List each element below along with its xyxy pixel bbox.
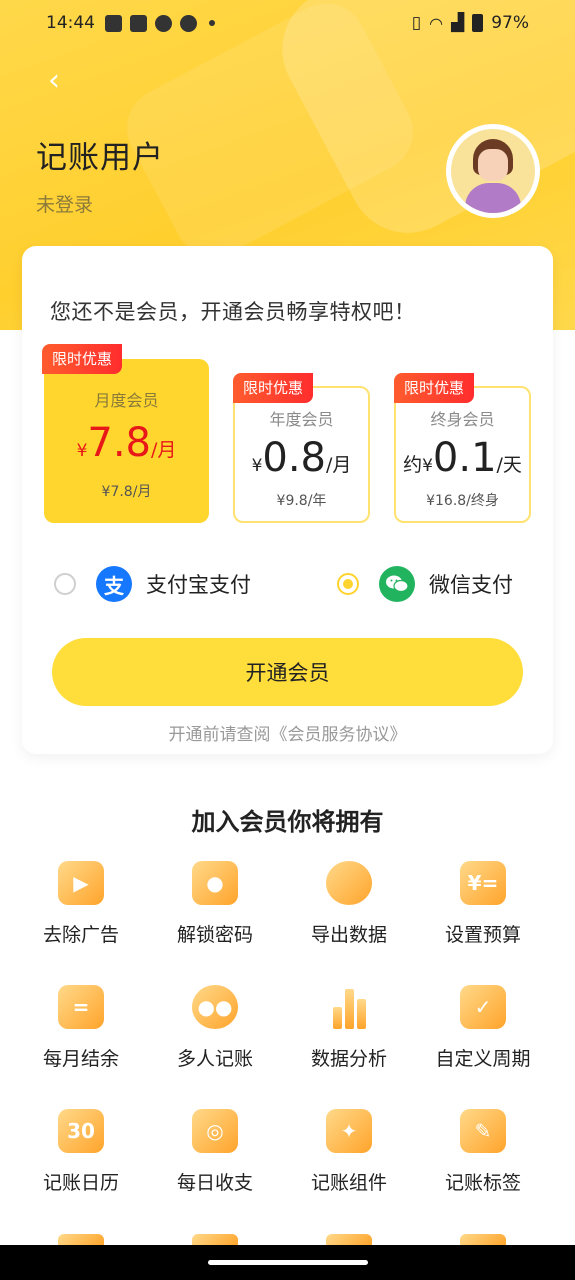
alipay-icon: 支 — [96, 566, 132, 602]
benefit-label: 记账组件 — [310, 1172, 387, 1194]
lock-icon: ● — [192, 861, 238, 905]
benefit-label: 自定义周期 — [435, 1048, 531, 1070]
benefit-label: 去除广告 — [42, 924, 119, 946]
plan-monthly[interactable]: 限时优惠 月度会员 ¥ 7.8 /月 ¥7.8/月 — [42, 344, 209, 523]
daily-icon: ◎ — [192, 1109, 238, 1153]
plan-yearly[interactable]: 限时优惠 年度会员 ¥ 0.8 /月 ¥9.8/年 — [233, 373, 370, 523]
wechat-radio[interactable] — [337, 573, 359, 595]
benefit-multi-user[interactable]: ●● 多人记账 — [148, 982, 282, 1084]
benefit-label: 数据分析 — [310, 1048, 387, 1070]
chevron-left-icon: ‹ — [48, 62, 60, 98]
benefit-unlock-password[interactable]: ● 解锁密码 — [148, 858, 282, 960]
benefit-export-data[interactable]: 导出数据 — [282, 858, 416, 960]
widget-icon: ✦ — [326, 1109, 372, 1153]
tag-icon: ✎ — [460, 1109, 506, 1153]
benefit-label: 多人记账 — [176, 1048, 253, 1070]
avatar-icon — [451, 129, 535, 213]
plan-name: 终身会员 — [430, 410, 495, 429]
custom-cycle-icon: ✓ — [460, 985, 506, 1029]
status-time: 14:44 — [46, 13, 95, 33]
wechat-label: 微信支付 — [429, 573, 513, 597]
plan-name: 年度会员 — [269, 410, 334, 429]
benefit-calendar[interactable]: 30 记账日历 — [14, 1106, 148, 1208]
budget-icon: ¥= — [460, 861, 506, 905]
calendar-icon: 30 — [58, 1109, 104, 1153]
pie-chart-icon — [326, 861, 372, 905]
promo-badge: 限时优惠 — [233, 373, 314, 403]
login-status[interactable]: 未登录 — [36, 190, 93, 217]
plan-original-price: ¥9.8/年 — [276, 493, 327, 509]
benefit-label: 每日收支 — [176, 1172, 253, 1194]
wechat-icon — [379, 566, 415, 602]
benefit-label: 每月结余 — [42, 1048, 119, 1070]
plan-original-price: ¥7.8/月 — [101, 484, 152, 500]
benefit-widget[interactable]: ✦ 记账组件 — [282, 1106, 416, 1208]
benefit-label: 导出数据 — [310, 924, 387, 946]
benefit-label: 解锁密码 — [176, 924, 253, 946]
status-bar: 14:44 ▯ ◠ ▟ 97% — [0, 0, 575, 46]
users-icon: ●● — [192, 985, 238, 1029]
alipay-radio[interactable] — [54, 573, 76, 595]
benefit-custom-cycle[interactable]: ✓ 自定义周期 — [416, 982, 550, 1084]
user-name: 记账用户 — [36, 140, 164, 176]
benefit-monthly-balance[interactable]: = 每月结余 — [14, 982, 148, 1084]
plan-price: ¥ 0.8 /月 — [251, 435, 352, 481]
benefit-remove-ads[interactable]: ▶ 去除广告 — [14, 858, 148, 960]
benefit-set-budget[interactable]: ¥= 设置预算 — [416, 858, 550, 960]
plan-original-price: ¥16.8/终身 — [426, 493, 499, 509]
navigation-bar — [0, 1245, 575, 1280]
plan-price: 约 ¥ 0.1 /天 — [403, 435, 522, 481]
notification-icon — [155, 14, 172, 32]
ad-block-icon: ▶ — [58, 861, 104, 905]
signal-icon: ▟ — [451, 13, 465, 33]
home-indicator[interactable] — [208, 1260, 368, 1265]
receipt-icon: = — [58, 985, 104, 1029]
membership-card: 您还不是会员，开通会员畅享特权吧！ 限时优惠 月度会员 ¥ 7.8 /月 ¥7.… — [22, 246, 553, 754]
avatar[interactable] — [446, 124, 540, 218]
bar-chart-icon — [326, 985, 372, 1029]
plan-lifetime[interactable]: 限时优惠 终身会员 约 ¥ 0.1 /天 ¥16.8/终身 — [394, 373, 531, 523]
benefits-grid: ▶ 去除广告 ● 解锁密码 导出数据 ¥= 设置预算 = 每月结余 ●● 多人记… — [14, 858, 550, 1208]
membership-prompt: 您还不是会员，开通会员畅享特权吧！ — [50, 300, 416, 324]
benefits-title: 加入会员你将拥有 — [191, 808, 384, 836]
membership-agreement-link[interactable]: 开通前请查阅《会员服务协议》 — [22, 720, 553, 745]
payment-option-wechat[interactable]: 微信支付 — [337, 566, 513, 602]
open-membership-button[interactable]: 开通会员 — [52, 638, 523, 706]
promo-badge: 限时优惠 — [394, 373, 475, 403]
benefit-data-analysis[interactable]: 数据分析 — [282, 982, 416, 1084]
plan-name: 月度会员 — [94, 391, 159, 410]
wifi-icon: ◠ — [429, 13, 444, 33]
benefit-daily-income[interactable]: ◎ 每日收支 — [148, 1106, 282, 1208]
benefit-tags[interactable]: ✎ 记账标签 — [416, 1106, 550, 1208]
battery-level: 97% — [491, 13, 529, 33]
battery-icon — [472, 14, 484, 32]
back-button[interactable]: ‹ — [36, 62, 72, 98]
vibrate-icon: ▯ — [411, 13, 422, 33]
benefit-label: 记账日历 — [42, 1172, 119, 1194]
benefit-label: 记账标签 — [444, 1172, 521, 1194]
notification-icon — [105, 14, 122, 32]
notification-icon — [180, 14, 197, 32]
benefit-label: 设置预算 — [444, 924, 521, 946]
alipay-label: 支付宝支付 — [146, 573, 251, 597]
notification-icon — [130, 14, 147, 32]
plan-price: ¥ 7.8 /月 — [76, 420, 177, 466]
more-notifications-icon — [209, 20, 215, 26]
promo-badge: 限时优惠 — [42, 344, 123, 374]
payment-option-alipay[interactable]: 支 支付宝支付 — [54, 566, 251, 602]
